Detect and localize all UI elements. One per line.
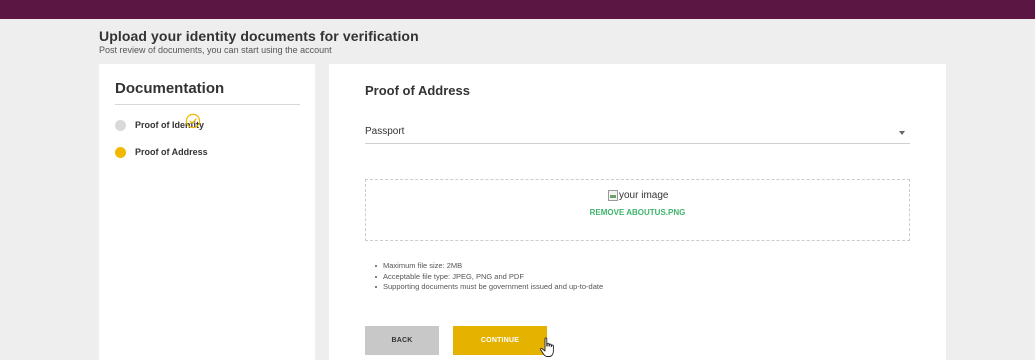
broken-image-icon — [608, 189, 618, 201]
section-title: Proof of Address — [365, 83, 470, 98]
document-type-select[interactable]: Passport — [365, 122, 910, 144]
upload-dropzone[interactable]: your image REMOVE ABOUTUS.PNG — [365, 179, 910, 241]
upload-requirements-list: Maximum file size: 2MB Acceptable file t… — [375, 261, 603, 293]
proof-of-address-panel: Proof of Address Passport your image REM… — [329, 64, 946, 360]
sidebar-title: Documentation — [115, 80, 225, 97]
step-proof-of-address[interactable]: Proof of Address — [115, 145, 208, 159]
chevron-down-icon — [899, 131, 905, 135]
page-header: Upload your identity documents for verif… — [99, 28, 419, 55]
list-item: Acceptable file type: JPEG, PNG and PDF — [375, 272, 603, 283]
step-status-dot — [115, 119, 126, 131]
check-circle-icon — [185, 113, 201, 129]
list-item: Supporting documents must be government … — [375, 282, 603, 293]
document-type-value: Passport — [365, 126, 405, 137]
hand-cursor-icon — [540, 337, 554, 357]
remove-file-link[interactable]: REMOVE ABOUTUS.PNG — [366, 208, 909, 217]
documentation-sidebar: Documentation Proof of Identity Proof of… — [99, 64, 315, 360]
continue-button[interactable]: CONTINUE — [453, 326, 547, 355]
step-label: Proof of Address — [135, 147, 208, 157]
uploaded-image-preview: your image — [608, 188, 668, 202]
sidebar-divider — [115, 104, 300, 105]
step-status-dot — [115, 146, 126, 158]
top-bar — [0, 0, 1035, 19]
back-button[interactable]: BACK — [365, 326, 439, 355]
page-title: Upload your identity documents for verif… — [99, 28, 419, 44]
page-subtitle: Post review of documents, you can start … — [99, 45, 332, 55]
list-item: Maximum file size: 2MB — [375, 261, 603, 272]
image-alt-text: your image — [619, 189, 669, 201]
